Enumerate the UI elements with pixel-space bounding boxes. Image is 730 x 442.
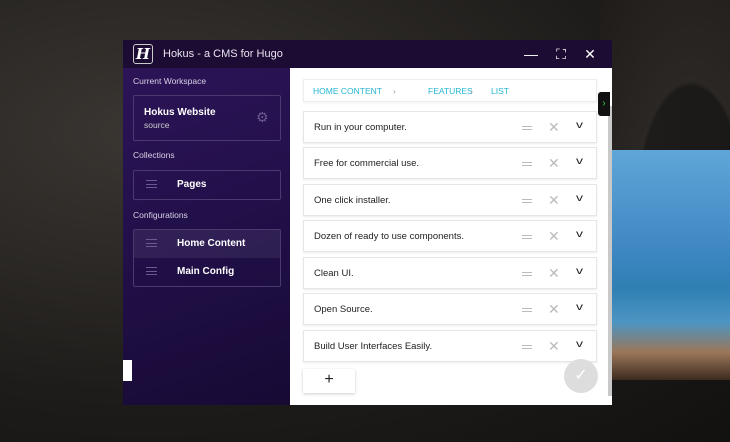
gear-icon[interactable]: ⚙ xyxy=(256,109,269,126)
title-bar: H Hokus - a CMS for Hugo — ⛶ ✕ xyxy=(123,40,612,68)
save-button[interactable]: ✓ xyxy=(564,359,598,393)
workspace-name: Hokus Website xyxy=(144,107,216,118)
sidebar-item-main-config[interactable]: Main Config xyxy=(134,258,280,286)
list-item[interactable]: Build User Interfaces Easily. ✕ v xyxy=(303,330,597,362)
breadcrumb-list[interactable]: LIST xyxy=(491,86,509,96)
item-label: Dozen of ready to use components. xyxy=(314,231,464,242)
list-icon xyxy=(146,267,157,275)
chevron-right-icon: › xyxy=(470,86,473,96)
close-icon[interactable]: ✕ xyxy=(581,45,599,63)
sidebar-item-pages[interactable]: Pages xyxy=(134,171,280,199)
chevron-down-icon[interactable]: v xyxy=(576,120,583,131)
collections-list: Pages xyxy=(133,170,281,200)
chevron-right-icon: › xyxy=(393,86,396,96)
list-item[interactable]: Run in your computer. ✕ v xyxy=(303,111,597,143)
workspace-source: source xyxy=(144,120,170,130)
drag-handle-icon[interactable] xyxy=(522,126,532,130)
drag-handle-icon[interactable] xyxy=(522,272,532,276)
configurations-heading: Configurations xyxy=(133,210,188,220)
delete-icon[interactable]: ✕ xyxy=(548,155,560,172)
item-label: One click installer. xyxy=(314,195,391,206)
drag-handle-icon[interactable] xyxy=(522,308,532,312)
collections-heading: Collections xyxy=(133,150,175,160)
add-item-button[interactable]: + xyxy=(303,369,355,393)
hokus-logo-icon: H xyxy=(133,44,153,64)
chevron-down-icon[interactable]: v xyxy=(576,229,583,240)
drag-handle-icon[interactable] xyxy=(522,199,532,203)
delete-icon[interactable]: ✕ xyxy=(548,119,560,136)
window-title: Hokus - a CMS for Hugo xyxy=(163,48,283,60)
main-panel: HOME CONTENT › FEATURES › LIST Run in yo… xyxy=(290,68,612,405)
chevron-down-icon[interactable]: v xyxy=(576,339,583,350)
list-item[interactable]: One click installer. ✕ v xyxy=(303,184,597,216)
breadcrumb: HOME CONTENT › FEATURES › LIST xyxy=(303,79,597,102)
delete-icon[interactable]: ✕ xyxy=(548,228,560,245)
sidebar-item-label: Home Content xyxy=(177,238,246,249)
list-item[interactable]: Free for commercial use. ✕ v xyxy=(303,147,597,179)
chevron-down-icon[interactable]: v xyxy=(576,302,583,313)
breadcrumb-features[interactable]: FEATURES xyxy=(428,86,473,96)
sidebar: Current Workspace Hokus Website source ⚙… xyxy=(123,68,290,405)
workspace-card[interactable]: Hokus Website source ⚙ xyxy=(133,95,281,141)
sidebar-handle[interactable] xyxy=(123,360,132,381)
chevron-down-icon[interactable]: v xyxy=(576,156,583,167)
delete-icon[interactable]: ✕ xyxy=(548,265,560,282)
configurations-list: Home Content Main Config xyxy=(133,229,281,287)
scrollbar[interactable] xyxy=(608,106,612,396)
list-item[interactable]: Dozen of ready to use components. ✕ v xyxy=(303,220,597,252)
drag-handle-icon[interactable] xyxy=(522,162,532,166)
sidebar-item-home-content[interactable]: Home Content xyxy=(134,230,280,258)
app-window: H Hokus - a CMS for Hugo — ⛶ ✕ Current W… xyxy=(123,40,612,405)
item-label: Run in your computer. xyxy=(314,122,407,133)
chevron-down-icon[interactable]: v xyxy=(576,193,583,204)
list-icon xyxy=(146,239,157,247)
sidebar-item-label: Main Config xyxy=(177,266,235,277)
list-item[interactable]: Open Source. ✕ v xyxy=(303,293,597,325)
expand-panel-button[interactable]: › xyxy=(598,92,610,116)
sidebar-item-label: Pages xyxy=(177,179,207,190)
delete-icon[interactable]: ✕ xyxy=(548,301,560,318)
minimize-icon[interactable]: — xyxy=(522,45,540,63)
list-item[interactable]: Clean UI. ✕ v xyxy=(303,257,597,289)
item-label: Build User Interfaces Easily. xyxy=(314,341,433,352)
item-label: Clean UI. xyxy=(314,268,354,279)
drag-handle-icon[interactable] xyxy=(522,345,532,349)
list-icon xyxy=(146,180,157,188)
item-label: Free for commercial use. xyxy=(314,158,420,169)
maximize-icon[interactable]: ⛶ xyxy=(552,45,570,63)
desktop-wallpaper-beach xyxy=(612,150,730,380)
breadcrumb-home-content[interactable]: HOME CONTENT xyxy=(313,86,382,96)
item-label: Open Source. xyxy=(314,304,373,315)
workspace-heading: Current Workspace xyxy=(133,76,207,86)
delete-icon[interactable]: ✕ xyxy=(548,338,560,355)
drag-handle-icon[interactable] xyxy=(522,235,532,239)
chevron-down-icon[interactable]: v xyxy=(576,266,583,277)
delete-icon[interactable]: ✕ xyxy=(548,192,560,209)
